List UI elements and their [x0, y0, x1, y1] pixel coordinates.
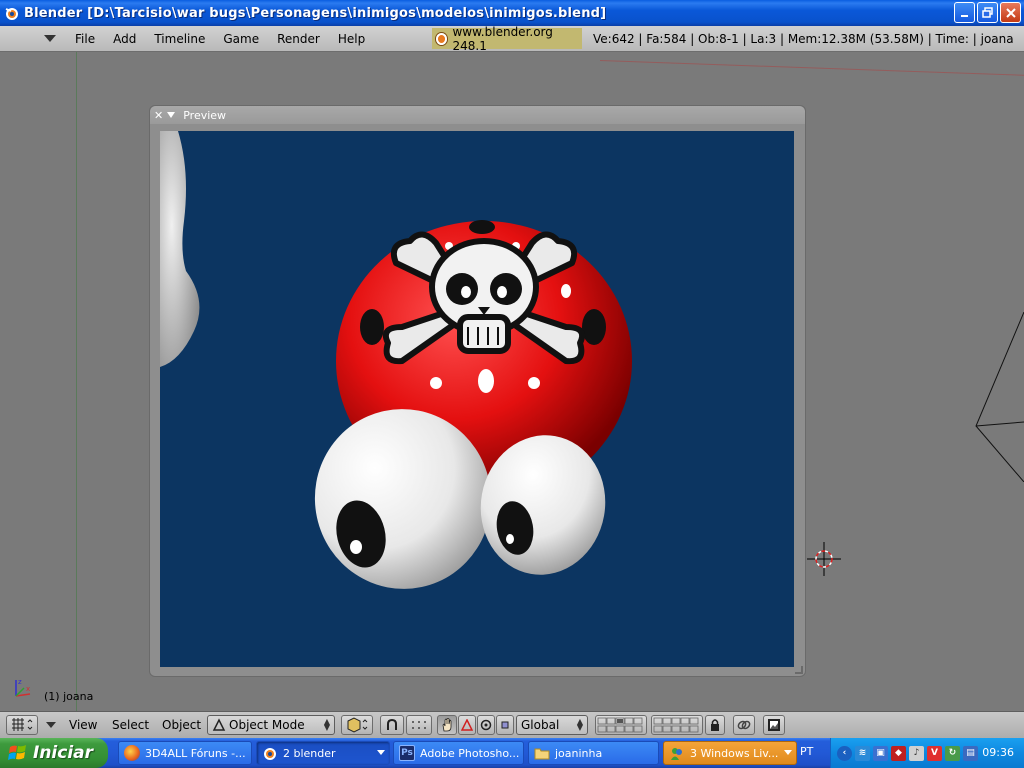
- display-icon[interactable]: ▤: [963, 745, 978, 761]
- menu-help[interactable]: Help: [329, 32, 374, 46]
- task-windows-live[interactable]: 3 Windows Liv...: [663, 741, 797, 765]
- windows-flag-icon: [8, 745, 26, 760]
- window-title: Blender [D:\Tarcisio\war bugs\Personagen…: [24, 5, 607, 21]
- link-button[interactable]: [733, 715, 755, 735]
- menu-file[interactable]: File: [66, 32, 104, 46]
- preview-panel-title: Preview: [183, 108, 227, 122]
- start-button[interactable]: Iniciar: [0, 738, 108, 768]
- hand-icon: [442, 718, 452, 732]
- object-mode-icon: [212, 718, 226, 731]
- task-photoshop[interactable]: Ps Adobe Photosho...: [393, 741, 524, 765]
- mode-dropdown[interactable]: Object Mode ▲ ▼: [207, 715, 335, 735]
- volume-icon[interactable]: ♪: [909, 745, 924, 761]
- view-axes-icon: z x: [15, 678, 30, 697]
- blender-org-link[interactable]: www.blender.org 248.1: [432, 25, 582, 53]
- security-icon[interactable]: ◆: [891, 745, 906, 761]
- svg-text:z: z: [18, 678, 22, 686]
- messenger-icon[interactable]: ▣: [873, 745, 888, 761]
- language-indicator[interactable]: PT: [800, 745, 813, 758]
- scale-icon: [501, 721, 509, 729]
- task-label: Adobe Photosho...: [420, 746, 520, 760]
- preview-panel-header[interactable]: ✕ Preview: [150, 106, 805, 124]
- task-firefox[interactable]: 3D4ALL Fóruns -...: [118, 741, 252, 765]
- windows-live-icon: [669, 745, 685, 761]
- start-label: Iniciar: [33, 743, 94, 763]
- lock-layers-button[interactable]: [705, 715, 725, 735]
- layer-buttons-group-2[interactable]: [651, 715, 703, 735]
- blender-org-label: www.blender.org 248.1: [452, 24, 553, 53]
- view3d-header: View Select Object Object Mode ▲ ▼ Global…: [0, 711, 1024, 738]
- svg-text:x: x: [26, 685, 30, 693]
- snap-button[interactable]: [406, 715, 432, 735]
- preview-panel[interactable]: ✕ Preview: [149, 105, 806, 677]
- header-collapse-icon[interactable]: [44, 35, 56, 42]
- render-view-button[interactable]: [763, 715, 785, 735]
- tray-clock[interactable]: 09:36: [982, 746, 1014, 759]
- maximize-button[interactable]: [977, 2, 998, 23]
- blender-logo-icon: [436, 32, 448, 45]
- ladybug-render-image: [160, 131, 632, 589]
- task-label: 3 Windows Liv...: [690, 746, 779, 760]
- minimize-button[interactable]: [954, 2, 975, 23]
- render-preview: [160, 131, 794, 667]
- 3d-cursor-icon[interactable]: [807, 542, 841, 576]
- mode-label: Object Mode: [229, 718, 305, 732]
- photoshop-icon: Ps: [399, 745, 415, 761]
- taskbar: Iniciar 3D4ALL Fóruns -... 2 blender Ps …: [0, 738, 1024, 768]
- close-panel-icon[interactable]: ✕: [154, 109, 163, 122]
- network-icon[interactable]: ≋: [855, 745, 870, 761]
- draw-type-button[interactable]: [341, 715, 373, 735]
- collapse-panel-icon[interactable]: [167, 112, 176, 118]
- scale-manipulator-button[interactable]: [496, 715, 514, 735]
- orientation-dropdown[interactable]: Global ▲ ▼: [516, 715, 588, 735]
- y-axis-line: [76, 52, 77, 711]
- x-axis-line: [599, 60, 1024, 77]
- window-titlebar[interactable]: Blender [D:\Tarcisio\war bugs\Personagen…: [0, 0, 1024, 26]
- layer-buttons-group-1[interactable]: [595, 715, 647, 735]
- close-button[interactable]: [1000, 2, 1021, 23]
- menu-add[interactable]: Add: [104, 32, 145, 46]
- menu-render[interactable]: Render: [268, 32, 329, 46]
- menu-game[interactable]: Game: [214, 32, 268, 46]
- task-label: joaninha: [555, 746, 603, 760]
- menu-timeline[interactable]: Timeline: [145, 32, 214, 46]
- group-dropdown-icon: [377, 750, 385, 755]
- info-header: File Add Timeline Game Render Help www.b…: [0, 25, 1024, 53]
- menu-select[interactable]: Select: [112, 718, 149, 732]
- active-object-label: (1) joana: [44, 690, 94, 703]
- firefox-icon: [124, 745, 140, 761]
- blender-icon: [262, 745, 278, 761]
- 3d-viewport[interactable]: z x (1) joana ✕ Preview: [0, 52, 1024, 711]
- task-label: 3D4ALL Fóruns -...: [145, 746, 246, 760]
- chain-icon: [737, 720, 751, 730]
- folder-icon: [534, 745, 550, 761]
- scene-stats: Ve:642 | Fa:584 | Ob:8-1 | La:3 | Mem:12…: [593, 32, 1014, 46]
- blender-icon: [4, 5, 20, 21]
- menu-object[interactable]: Object: [162, 718, 201, 732]
- camera-wireframe[interactable]: [970, 312, 1024, 482]
- editor-type-button[interactable]: [6, 715, 38, 735]
- rotate-manipulator-button[interactable]: [477, 715, 495, 735]
- update-icon[interactable]: ↻: [945, 745, 960, 761]
- rotate-icon: [480, 719, 492, 731]
- translate-manipulator-button[interactable]: [458, 715, 476, 735]
- tray-expand-icon[interactable]: ‹: [837, 745, 852, 761]
- triangle-icon: [461, 719, 473, 731]
- group-dropdown-icon: [784, 750, 792, 755]
- orientation-label: Global: [521, 718, 560, 732]
- lock-icon: [711, 719, 719, 731]
- pivot-button[interactable]: [380, 715, 404, 735]
- antivirus-icon[interactable]: V: [927, 745, 942, 761]
- task-folder[interactable]: joaninha: [528, 741, 659, 765]
- system-tray: ‹ ≋ ▣ ◆ ♪ V ↻ ▤ 09:36: [830, 738, 1024, 768]
- panel-resize-handle[interactable]: [795, 666, 803, 674]
- task-blender[interactable]: 2 blender: [256, 741, 390, 765]
- task-label: 2 blender: [283, 746, 336, 760]
- image-icon: [768, 719, 780, 731]
- hand-manipulator-button[interactable]: [437, 715, 457, 735]
- menu-view[interactable]: View: [69, 718, 97, 732]
- menu-collapse-icon[interactable]: [46, 722, 56, 728]
